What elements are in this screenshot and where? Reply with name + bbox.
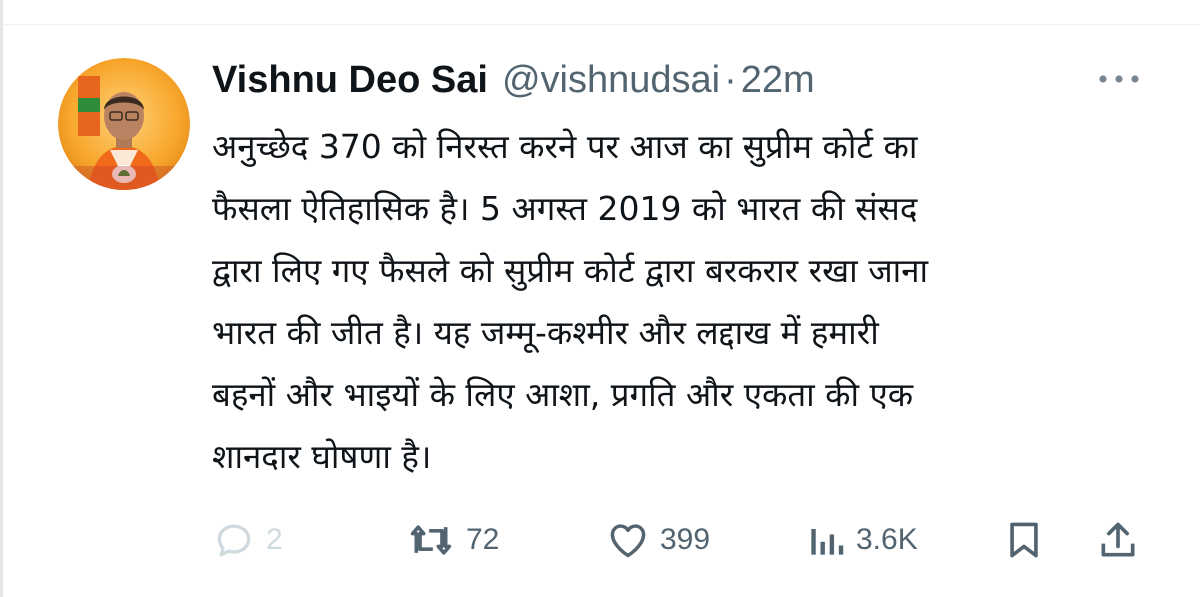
top-divider [0, 24, 1200, 25]
reply-count: 2 [266, 523, 283, 556]
tweet-header: Vishnu Deo Sai @vishnudsai · 22m [212, 54, 815, 106]
header-separator: · [724, 59, 737, 101]
bookmark-button[interactable] [1002, 514, 1046, 566]
retweet-button[interactable]: 72 [406, 514, 499, 566]
author-handle[interactable]: @vishnudsai [502, 54, 720, 106]
share-button[interactable] [1096, 514, 1140, 566]
like-button[interactable]: 399 [606, 514, 710, 566]
views-count: 3.6K [856, 523, 918, 556]
more-dots-icon [1099, 75, 1139, 83]
avatar[interactable] [58, 58, 190, 190]
bookmark-icon [1002, 518, 1046, 562]
avatar-image [58, 58, 190, 190]
views-button[interactable]: 3.6K [806, 514, 918, 566]
tweet-timestamp[interactable]: 22m [741, 54, 815, 106]
reply-icon [212, 518, 256, 562]
share-icon [1096, 518, 1140, 562]
tweet-screenshot: Vishnu Deo Sai @vishnudsai · 22m अनुच्छे… [0, 0, 1200, 597]
left-edge-border [0, 0, 3, 597]
retweet-count: 72 [466, 523, 500, 556]
heart-icon [606, 518, 650, 562]
tweet-actions-bar: 2 72 399 3.6K [212, 514, 1152, 566]
reply-button[interactable]: 2 [212, 514, 283, 566]
more-options-button[interactable] [1094, 62, 1144, 96]
tweet-text: अनुच्छेद 370 को निरस्त करने पर आज का सुप… [212, 127, 929, 476]
author-display-name[interactable]: Vishnu Deo Sai [212, 54, 488, 106]
like-count: 399 [660, 523, 711, 556]
retweet-icon [406, 518, 456, 562]
views-chart-icon [806, 518, 846, 562]
